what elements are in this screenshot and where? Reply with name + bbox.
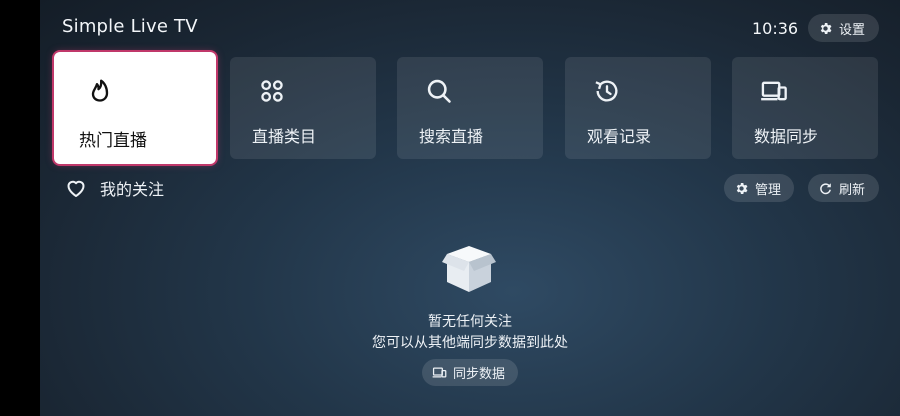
empty-title: 暂无任何关注 <box>428 314 512 330</box>
heart-icon <box>67 180 85 197</box>
card-label: 直播类目 <box>252 127 317 146</box>
app-title: Simple Live TV <box>62 16 198 37</box>
card-label: 观看记录 <box>587 127 652 146</box>
history-icon <box>595 80 618 102</box>
sync-data-button[interactable]: 同步数据 <box>422 359 518 386</box>
settings-label: 设置 <box>839 22 866 38</box>
gear-icon <box>820 22 832 34</box>
card-hot-live[interactable]: 热门直播 <box>54 52 216 164</box>
card-label: 搜索直播 <box>419 127 484 146</box>
search-icon <box>427 79 451 103</box>
flame-icon <box>91 79 109 102</box>
refresh-button[interactable]: 刷新 <box>808 174 879 202</box>
card-categories[interactable]: 直播类目 <box>230 57 376 159</box>
gear-icon <box>736 182 748 194</box>
box-icon <box>442 246 496 292</box>
follow-section-label: 我的关注 <box>100 180 165 199</box>
follow-section-title: 我的关注 <box>64 176 164 200</box>
card-search[interactable]: 搜索直播 <box>397 57 543 159</box>
sync-data-label: 同步数据 <box>453 367 506 382</box>
left-edge-bar <box>0 0 40 416</box>
refresh-icon <box>820 182 831 194</box>
manage-button[interactable]: 管理 <box>724 174 794 202</box>
refresh-label: 刷新 <box>839 182 866 198</box>
settings-button[interactable]: 设置 <box>808 14 879 42</box>
clock: 10:36 <box>752 19 799 38</box>
app-screen: Simple Live TV 10:36 设置 热门直播 直播类目 搜索直播 观… <box>40 0 900 416</box>
card-label: 数据同步 <box>754 127 819 146</box>
manage-label: 管理 <box>755 182 782 198</box>
card-data-sync[interactable]: 数据同步 <box>732 57 878 159</box>
card-label: 热门直播 <box>79 131 147 151</box>
grid-icon <box>261 80 283 102</box>
devices-icon <box>761 81 787 101</box>
card-history[interactable]: 观看记录 <box>565 57 711 159</box>
empty-subtitle: 您可以从其他端同步数据到此处 <box>372 335 568 351</box>
devices-icon <box>432 367 447 378</box>
